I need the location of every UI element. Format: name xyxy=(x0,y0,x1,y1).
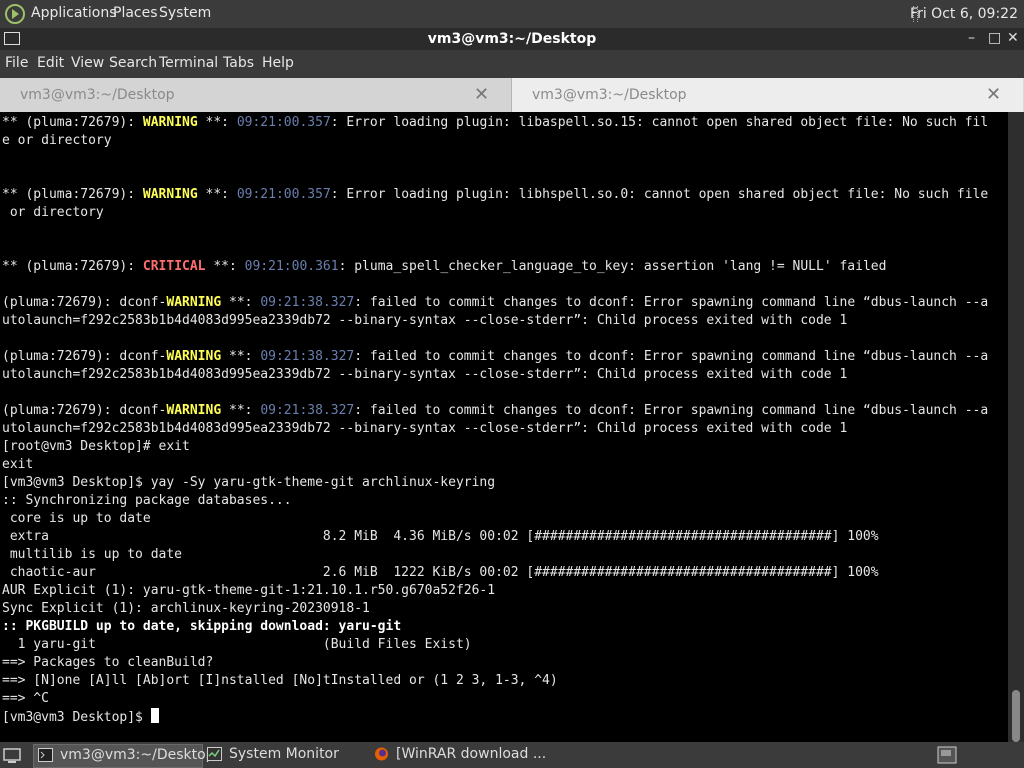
terminal-line: ** (pluma:72679): CRITICAL **: 09:21:00.… xyxy=(2,259,887,274)
terminal-line: core is up to date xyxy=(2,511,151,526)
bottom-panel: vm3@vm3:~/Desktop System Monitor [WinRAR… xyxy=(0,742,1024,768)
tab-close-icon[interactable]: ✕ xyxy=(986,84,1001,105)
tab-close-icon[interactable]: ✕ xyxy=(474,84,489,105)
terminal-line: ** (pluma:72679): WARNING **: 09:21:00.3… xyxy=(2,115,989,130)
taskbar-label: [WinRAR download ... xyxy=(396,746,547,762)
terminal-line: 1 yaru-git (Build Files Exist) xyxy=(2,637,472,652)
system-menu[interactable]: System xyxy=(159,5,211,21)
terminal-line: [vm3@vm3 Desktop]$ yay -Sy yaru-gtk-them… xyxy=(2,475,496,490)
terminal-line: ==> [N]one [A]ll [Ab]ort [I]nstalled [No… xyxy=(2,673,558,688)
firefox-icon xyxy=(375,747,388,761)
terminal-line: (pluma:72679): dconf-WARNING **: 09:21:3… xyxy=(2,403,989,418)
taskbar-item-terminal[interactable]: vm3@vm3:~/Desktop xyxy=(33,744,215,768)
show-desktop-icon[interactable] xyxy=(3,746,21,764)
terminal-line: ==> ^C xyxy=(2,691,49,706)
terminal-icon xyxy=(38,748,53,762)
terminal-line: [root@vm3 Desktop]# exit xyxy=(2,439,190,454)
terminal-cursor xyxy=(150,708,159,723)
tab-1[interactable]: vm3@vm3:~/Desktop ✕ xyxy=(0,78,512,112)
terminal-line: utolaunch=f292c2583b1b4d4083d995ea2339db… xyxy=(2,313,848,328)
menu-help[interactable]: Help xyxy=(262,55,294,71)
terminal-line: ==> Packages to cleanBuild? xyxy=(2,655,214,670)
taskbar-label: vm3@vm3:~/Desktop xyxy=(60,747,215,763)
window-title: vm3@vm3:~/Desktop xyxy=(427,31,597,47)
terminal-output[interactable]: ** (pluma:72679): WARNING **: 09:21:00.3… xyxy=(0,112,1008,742)
terminal-line: :: Synchronizing package databases... xyxy=(2,493,292,508)
system-monitor-icon xyxy=(207,747,222,761)
tab-bar: vm3@vm3:~/Desktop ✕ vm3@vm3:~/Desktop ✕ xyxy=(0,78,1024,112)
terminal-line: chaotic-aur 2.6 MiB 1222 KiB/s 00:02 [##… xyxy=(2,565,879,580)
close-button[interactable]: ✕ xyxy=(1007,30,1019,46)
terminal-line: extra 8.2 MiB 4.36 MiB/s 00:02 [########… xyxy=(2,529,879,544)
terminal-line: :: PKGBUILD up to date, skipping downloa… xyxy=(2,619,402,634)
menu-tabs[interactable]: Tabs xyxy=(223,55,254,71)
places-menu[interactable]: Places xyxy=(113,5,158,21)
menu-file[interactable]: File xyxy=(5,55,28,71)
tab-2[interactable]: vm3@vm3:~/Desktop ✕ xyxy=(512,78,1023,112)
workspace-switcher-icon[interactable] xyxy=(937,746,957,764)
menubar: File Edit View Search Terminal Tabs Help xyxy=(0,50,1024,78)
maximize-button[interactable]: □ xyxy=(988,30,1001,46)
terminal-scrollbar[interactable] xyxy=(1008,112,1024,742)
terminal-lines: ** (pluma:72679): WARNING **: 09:21:00.3… xyxy=(2,114,988,726)
tab-label: vm3@vm3:~/Desktop xyxy=(532,87,687,103)
terminal-line: [vm3@vm3 Desktop]$ xyxy=(2,708,988,726)
scrollbar-thumb[interactable] xyxy=(1012,690,1020,742)
terminal-line: utolaunch=f292c2583b1b4d4083d995ea2339db… xyxy=(2,421,848,436)
terminal-line: AUR Explicit (1): yaru-gtk-theme-git-1:2… xyxy=(2,583,496,598)
menu-edit[interactable]: Edit xyxy=(37,55,64,71)
terminal-line: (pluma:72679): dconf-WARNING **: 09:21:3… xyxy=(2,349,989,364)
menu-view[interactable]: View xyxy=(71,55,104,71)
clock[interactable]: Fri Oct 6, 09:22 xyxy=(910,6,1018,22)
taskbar-label: System Monitor xyxy=(229,746,339,762)
terminal-line: ** (pluma:72679): WARNING **: 09:21:00.3… xyxy=(2,187,989,202)
distro-logo-icon[interactable] xyxy=(4,3,26,25)
terminal-line: (pluma:72679): dconf-WARNING **: 09:21:3… xyxy=(2,295,989,310)
terminal-line: e or directory xyxy=(2,133,112,148)
menu-search[interactable]: Search xyxy=(109,55,157,71)
tab-label: vm3@vm3:~/Desktop xyxy=(20,87,175,103)
menu-terminal[interactable]: Terminal xyxy=(159,55,218,71)
top-panel: Applications Places System Fri Oct 6, 09… xyxy=(0,0,1024,28)
window-titlebar[interactable]: vm3@vm3:~/Desktop – □ ✕ xyxy=(0,28,1024,50)
taskbar-item-firefox[interactable]: [WinRAR download ... xyxy=(370,744,550,766)
minimize-button[interactable]: – xyxy=(968,30,975,46)
terminal-line: multilib is up to date xyxy=(2,547,183,562)
terminal-line: Sync Explicit (1): archlinux-keyring-202… xyxy=(2,601,370,616)
applications-menu[interactable]: Applications xyxy=(31,5,117,21)
taskbar-item-system-monitor[interactable]: System Monitor xyxy=(203,744,363,766)
terminal-line: utolaunch=f292c2583b1b4d4083d995ea2339db… xyxy=(2,367,848,382)
terminal-line: exit xyxy=(2,457,34,472)
terminal-line: or directory xyxy=(2,205,104,220)
